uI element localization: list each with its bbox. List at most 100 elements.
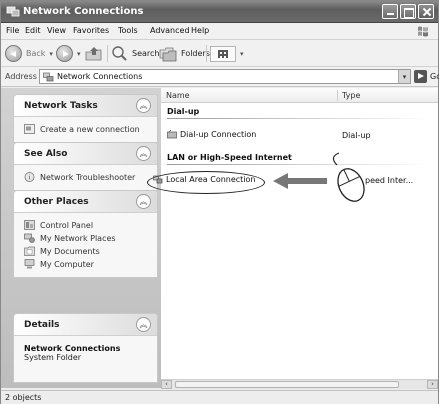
forward-button[interactable]: ▾ bbox=[56, 44, 81, 63]
chevron-up-icon[interactable]: ︽ bbox=[136, 98, 151, 113]
mouse-icon bbox=[332, 152, 365, 202]
dialup-connection-type: Dial-up bbox=[342, 131, 371, 140]
documents-icon bbox=[24, 246, 35, 256]
address-value: Network Connections bbox=[57, 72, 143, 81]
create-connection-label: Create a new connection bbox=[40, 124, 140, 134]
group-lan-title: LAN or High-Speed Internet bbox=[167, 153, 292, 162]
other-places-header[interactable]: Other Places ︽ bbox=[14, 191, 157, 213]
details-title: Details bbox=[24, 320, 60, 330]
details-header[interactable]: Details ︽ bbox=[14, 314, 157, 336]
views-button[interactable]: ▾ bbox=[210, 44, 244, 63]
help-icon: i bbox=[24, 172, 35, 182]
network-icon bbox=[43, 72, 54, 82]
up-folder-button[interactable] bbox=[85, 44, 103, 63]
control-panel-icon bbox=[24, 220, 35, 230]
go-button[interactable]: Go bbox=[414, 70, 439, 83]
task-pane: Network Tasks ︽ Create a new connection … bbox=[1, 88, 161, 388]
control-panel-link[interactable]: Control Panel bbox=[24, 219, 149, 231]
menu-file[interactable]: File bbox=[6, 26, 19, 35]
horizontal-scrollbar[interactable]: ‹ › bbox=[161, 379, 438, 389]
address-label: Address bbox=[5, 72, 37, 81]
back-label: Back bbox=[26, 49, 46, 58]
chevron-down-icon: ▾ bbox=[240, 49, 244, 58]
network-troubleshooter-link[interactable]: i Network Troubleshooter bbox=[24, 171, 149, 183]
scroll-left-button[interactable]: ‹ bbox=[161, 380, 172, 389]
scroll-right-button[interactable]: › bbox=[427, 380, 438, 389]
status-bar: 2 objects bbox=[1, 390, 438, 404]
forward-icon bbox=[56, 45, 73, 62]
search-button[interactable]: Search bbox=[111, 44, 159, 63]
network-places-icon bbox=[24, 233, 35, 243]
details-type: System Folder bbox=[24, 353, 82, 362]
new-connection-icon bbox=[24, 124, 35, 134]
my-computer-label: My Computer bbox=[40, 259, 94, 269]
minimize-button[interactable] bbox=[382, 4, 398, 19]
title-bar[interactable]: Network Connections bbox=[1, 1, 438, 23]
column-header-row: Name Type bbox=[161, 88, 438, 103]
group-dialup-title: Dial-up bbox=[167, 107, 200, 116]
chevron-down-icon: ▾ bbox=[49, 49, 53, 58]
back-icon bbox=[5, 45, 22, 62]
my-documents-link[interactable]: My Documents bbox=[24, 245, 149, 257]
toolbar: Back ▾ ▾ Search Folders ▾ bbox=[1, 40, 438, 67]
app-network-icon bbox=[6, 6, 20, 17]
go-label: Go bbox=[430, 72, 439, 81]
explorer-window: Network Connections File Edit View Favor… bbox=[0, 0, 439, 404]
chevron-down-icon: ▾ bbox=[77, 49, 81, 58]
my-documents-label: My Documents bbox=[40, 246, 100, 256]
up-folder-icon bbox=[85, 47, 102, 61]
close-button[interactable] bbox=[418, 4, 434, 19]
see-also-panel: See Also ︽ i Network Troubleshooter bbox=[13, 142, 158, 191]
highlight-ellipse bbox=[147, 171, 265, 194]
search-label: Search bbox=[132, 49, 160, 58]
my-network-places-link[interactable]: My Network Places bbox=[24, 232, 149, 244]
address-bar: Address Network Connections ▾ Go bbox=[1, 67, 439, 87]
my-network-places-label: My Network Places bbox=[40, 233, 116, 243]
other-places-panel: Other Places ︽ Control Panel My Network … bbox=[13, 190, 158, 278]
network-troubleshooter-label: Network Troubleshooter bbox=[40, 172, 136, 182]
address-input[interactable]: Network Connections ▾ bbox=[39, 69, 411, 84]
other-places-title: Other Places bbox=[24, 197, 89, 207]
column-name[interactable]: Name bbox=[166, 91, 190, 100]
dialup-connection-label: Dial-up Connection bbox=[180, 130, 257, 139]
menu-tools[interactable]: Tools bbox=[118, 26, 138, 35]
svg-text:i: i bbox=[29, 174, 31, 181]
views-icon bbox=[218, 49, 228, 58]
menu-favorites[interactable]: Favorites bbox=[73, 26, 109, 35]
column-type[interactable]: Type bbox=[342, 91, 360, 100]
my-computer-link[interactable]: My Computer bbox=[24, 258, 149, 270]
search-icon bbox=[112, 46, 127, 61]
menu-edit[interactable]: Edit bbox=[25, 26, 41, 35]
chevron-up-icon[interactable]: ︽ bbox=[136, 317, 151, 332]
pointer-arrow-icon bbox=[273, 173, 327, 189]
see-also-title: See Also bbox=[24, 149, 68, 159]
menu-advanced[interactable]: Advanced bbox=[150, 26, 190, 35]
status-text: 2 objects bbox=[5, 393, 42, 402]
network-tasks-header[interactable]: Network Tasks ︽ bbox=[14, 95, 157, 117]
chevron-down-icon[interactable]: ▾ bbox=[398, 70, 410, 83]
menu-help[interactable]: Help bbox=[191, 26, 209, 35]
back-button[interactable]: Back ▾ bbox=[5, 44, 53, 63]
scroll-thumb[interactable] bbox=[175, 381, 399, 388]
modem-icon bbox=[167, 130, 177, 139]
details-name: Network Connections bbox=[24, 344, 121, 353]
maximize-button[interactable] bbox=[400, 4, 416, 19]
see-also-header[interactable]: See Also ︽ bbox=[14, 143, 157, 165]
dialup-connection-item[interactable]: Dial-up Connection bbox=[167, 130, 256, 139]
network-tasks-panel: Network Tasks ︽ Create a new connection bbox=[13, 94, 158, 143]
folders-button[interactable]: Folders bbox=[159, 44, 210, 63]
go-icon bbox=[414, 70, 427, 83]
window-title: Network Connections bbox=[23, 6, 144, 17]
chevron-up-icon[interactable]: ︽ bbox=[136, 146, 151, 161]
control-panel-label: Control Panel bbox=[40, 220, 94, 230]
chevron-up-icon[interactable]: ︽ bbox=[136, 194, 151, 209]
network-tasks-title: Network Tasks bbox=[24, 101, 98, 111]
menu-bar: File Edit View Favorites Tools Advanced … bbox=[1, 23, 438, 40]
create-connection-link[interactable]: Create a new connection bbox=[24, 123, 149, 135]
folders-icon bbox=[159, 47, 177, 61]
file-list: Name Type Dial-up Dial-up Connection Dia… bbox=[153, 88, 438, 388]
windows-logo-icon bbox=[418, 26, 428, 37]
menu-view[interactable]: View bbox=[47, 26, 66, 35]
computer-icon bbox=[24, 259, 35, 269]
details-panel: Details ︽ Network Connections System Fol… bbox=[13, 313, 158, 383]
